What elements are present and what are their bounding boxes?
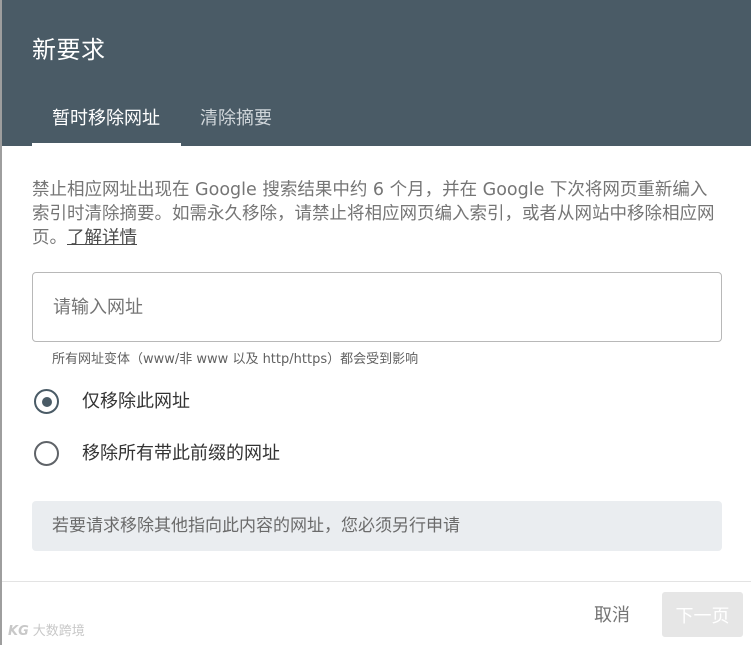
watermark-logo: KG (8, 624, 29, 639)
watermark: KG 大数跨境 (8, 620, 85, 639)
watermark-text: 大数跨境 (32, 624, 85, 639)
footer-divider (0, 581, 751, 582)
new-request-dialog: 新要求 暂时移除网址 清除摘要 禁止相应网址出现在 Google 搜索结果中约 … (0, 0, 751, 645)
dialog-header: 新要求 暂时移除网址 清除摘要 (0, 0, 751, 146)
url-input[interactable] (32, 272, 722, 342)
tab-clear-cached-url[interactable]: 清除摘要 (200, 104, 300, 146)
info-note: 若要请求移除其他指向此内容的网址，您必须另行申请 (32, 501, 722, 551)
left-edge-divider (0, 0, 2, 645)
dialog-title: 新要求 (32, 36, 106, 64)
tab-temporarily-remove-url[interactable]: 暂时移除网址 (32, 104, 181, 146)
radio-checked-icon[interactable] (34, 389, 59, 414)
radio-unchecked-icon[interactable] (34, 441, 59, 466)
radio-dot (41, 396, 52, 407)
cancel-button[interactable]: 取消 (580, 592, 644, 636)
radio-label: 移除所有带此前缀的网址 (82, 443, 280, 464)
active-tab-indicator (32, 143, 181, 146)
tab-label: 暂时移除网址 (52, 108, 160, 129)
description-text: 禁止相应网址出现在 Google 搜索结果中约 6 个月，并在 Google 下… (32, 178, 722, 250)
next-button[interactable]: 下一页 (662, 592, 743, 637)
radio-label: 仅移除此网址 (82, 391, 190, 412)
url-variants-hint: 所有网址变体（www/非 www 以及 http/https）都会受到影响 (52, 352, 419, 367)
tab-label: 清除摘要 (200, 108, 272, 129)
learn-more-link[interactable]: 了解详情 (67, 228, 137, 248)
